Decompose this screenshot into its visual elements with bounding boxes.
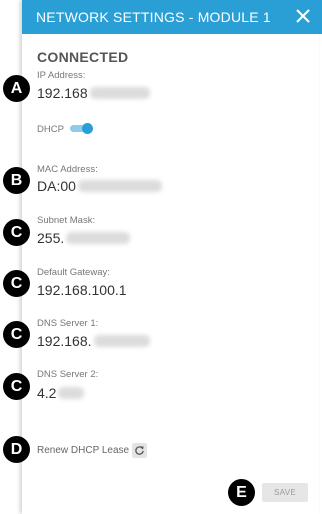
callout-marker-c: C — [3, 373, 30, 400]
mac-address-label: MAC Address: — [37, 164, 98, 175]
renew-dhcp-button[interactable] — [132, 443, 147, 458]
redacted-mask — [66, 232, 131, 244]
ip-address-text: 192.168 — [37, 85, 88, 101]
subnet-mask-text: 255. — [37, 230, 65, 246]
dhcp-toggle[interactable] — [70, 123, 93, 134]
dns-server-1-label: DNS Server 1: — [37, 318, 99, 329]
callout-marker-c: C — [3, 321, 30, 348]
screenshot-canvas: NETWORK SETTINGS - MODULE 1 CONNECTED IP… — [0, 0, 322, 514]
subnet-mask-label: Subnet Mask: — [37, 215, 96, 226]
callout-marker-d: D — [3, 436, 30, 463]
renew-dhcp-label: Renew DHCP Lease — [37, 445, 130, 456]
close-icon — [296, 9, 310, 23]
panel-title: NETWORK SETTINGS - MODULE 1 — [36, 9, 271, 25]
default-gateway-value: 192.168.100.1 — [37, 282, 127, 298]
callout-marker-c: C — [3, 270, 30, 297]
callout-marker-e: E — [228, 479, 255, 506]
redacted-mask — [89, 87, 150, 99]
dns-server-2-value: 4.2 — [37, 385, 85, 401]
default-gateway-label: Default Gateway: — [37, 267, 110, 278]
dns-server-1-value: 192.168. — [37, 333, 150, 349]
redacted-mask — [93, 335, 150, 347]
callout-marker-b: B — [3, 167, 30, 194]
connection-status: CONNECTED — [37, 49, 129, 65]
dhcp-label: DHCP — [37, 124, 64, 135]
mac-address-text: DA:00 — [37, 178, 76, 194]
close-button[interactable] — [292, 5, 314, 27]
callout-marker-a: A — [3, 75, 30, 102]
ip-address-label: IP Address: — [37, 70, 86, 81]
dns-server-1-text: 192.168. — [37, 333, 92, 349]
mac-address-value: DA:00 — [37, 178, 162, 194]
ip-address-value: 192.168 — [37, 85, 150, 101]
callout-marker-c: C — [3, 219, 30, 246]
dns-server-2-text: 4.2 — [37, 385, 57, 401]
redacted-mask — [58, 387, 85, 399]
refresh-icon — [135, 446, 144, 455]
toggle-knob — [82, 123, 93, 134]
dns-server-2-label: DNS Server 2: — [37, 369, 99, 380]
save-button[interactable]: SAVE — [262, 483, 308, 502]
redacted-mask — [77, 180, 162, 192]
panel-header: NETWORK SETTINGS - MODULE 1 — [22, 0, 322, 34]
subnet-mask-value: 255. — [37, 230, 131, 246]
